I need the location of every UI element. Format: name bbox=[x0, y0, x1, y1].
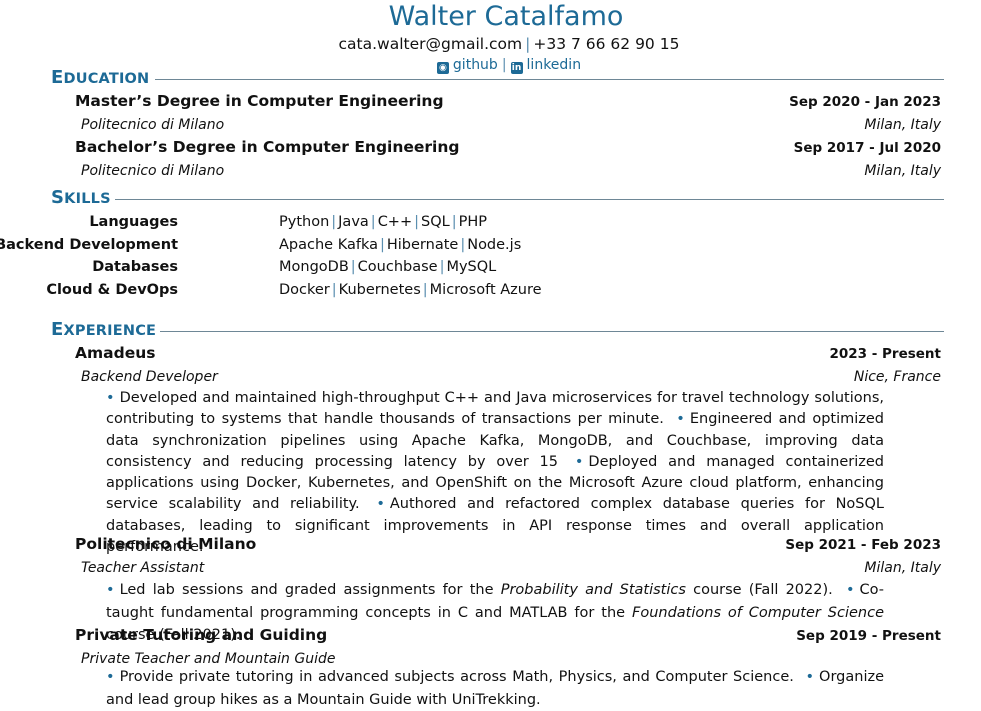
skill-separator: | bbox=[460, 237, 466, 253]
school-location: Milan, Italy bbox=[864, 117, 941, 133]
education-entry-1-sub: Politecnico di Milano Milan, Italy bbox=[81, 115, 941, 135]
skill-item: Python bbox=[279, 214, 330, 230]
school-name: Politecnico di Milano bbox=[81, 117, 225, 133]
skill-separator: | bbox=[350, 259, 356, 275]
bullet-glyph: • bbox=[106, 582, 115, 598]
job-dates: 2023 - Present bbox=[829, 346, 941, 362]
skill-separator: | bbox=[439, 259, 445, 275]
skill-item: Apache Kafka bbox=[279, 237, 378, 253]
job-location: Milan, Italy bbox=[864, 560, 941, 576]
degree-title: Bachelor’s Degree in Computer Engineerin… bbox=[75, 138, 460, 156]
skill-values: Python | Java | C++ | SQL | PHP bbox=[279, 211, 487, 233]
education-dates: Sep 2020 - Jan 2023 bbox=[789, 94, 941, 110]
skill-category: Cloud & DevOps bbox=[46, 282, 178, 298]
skill-values: Apache Kafka | Hibernate | Node.js bbox=[279, 234, 521, 256]
job-dates: Sep 2021 - Feb 2023 bbox=[785, 537, 941, 553]
skills-title: SKILLS bbox=[51, 188, 115, 209]
skill-category: Databases bbox=[92, 259, 178, 275]
skill-item: Node.js bbox=[467, 237, 522, 253]
experience-entry-3-header: Private Tutoring and Guiding Sep 2019 - … bbox=[75, 625, 941, 645]
skill-item: Docker bbox=[279, 282, 330, 298]
bullet-glyph: • bbox=[106, 669, 115, 685]
skill-item: SQL bbox=[421, 214, 450, 230]
education-entry-1-header: Master’s Degree in Computer Engineering … bbox=[75, 91, 941, 111]
company-name: Private Tutoring and Guiding bbox=[75, 626, 328, 644]
skill-item: PHP bbox=[458, 214, 488, 230]
skill-category: Backend Development bbox=[0, 237, 178, 253]
job-dates: Sep 2019 - Present bbox=[796, 628, 941, 644]
skill-category: Languages bbox=[89, 214, 178, 230]
skill-separator: | bbox=[451, 214, 457, 230]
experience-entry-3-description: • Provide private tutoring in advanced su… bbox=[106, 666, 884, 711]
job-role: Backend Developer bbox=[81, 369, 218, 385]
bullet-glyph: • bbox=[845, 582, 855, 598]
experience-section-heading: EXPERIENCE bbox=[51, 320, 944, 342]
skill-row-cloud-devops: Cloud & DevOps Docker | Kubernetes | Microso… bbox=[0, 279, 900, 301]
skill-row-backend: Backend Development Apache Kafka | Hiberna… bbox=[0, 234, 900, 256]
email-text: cata.walter@gmail.com bbox=[338, 35, 523, 53]
degree-title: Master’s Degree in Computer Engineering bbox=[75, 92, 444, 110]
skill-separator: | bbox=[331, 282, 337, 298]
experience-entry-1-header: Amadeus 2023 - Present bbox=[75, 343, 941, 363]
skills-section-heading: SKILLS bbox=[51, 188, 944, 210]
job-role: Teacher Assistant bbox=[81, 560, 205, 576]
experience-title: EXPERIENCE bbox=[51, 320, 161, 341]
school-name: Politecnico di Milano bbox=[81, 163, 225, 179]
experience-entry-2-header: Politecnico di Milano Sep 2021 - Feb 202… bbox=[75, 534, 941, 554]
bullet-glyph: • bbox=[376, 496, 385, 513]
contact-line: cata.walter@gmail.com | +33 7 66 62 90 15 bbox=[0, 34, 981, 54]
bullet-glyph: • bbox=[106, 390, 115, 406]
bullet-text: Provide private tutoring in advanced sub… bbox=[119, 669, 794, 685]
experience-entry-1-description: • Developed and maintained high-throughpu… bbox=[106, 388, 884, 558]
experience-rule bbox=[158, 331, 944, 332]
education-entry-2-sub: Politecnico di Milano Milan, Italy bbox=[81, 161, 941, 181]
experience-entry-2-sub: Teacher Assistant Milan, Italy bbox=[81, 558, 941, 578]
phone-text: +33 7 66 62 90 15 bbox=[533, 35, 680, 53]
skill-separator: | bbox=[370, 214, 376, 230]
education-entry-2-header: Bachelor’s Degree in Computer Engineerin… bbox=[75, 137, 941, 157]
skill-item: Microsoft Azure bbox=[429, 282, 542, 298]
experience-entry-1-sub: Backend Developer Nice, France bbox=[81, 367, 941, 387]
skills-rule bbox=[112, 199, 944, 200]
education-rule bbox=[155, 79, 944, 80]
skill-item: Kubernetes bbox=[338, 282, 421, 298]
bullet-glyph: • bbox=[574, 453, 584, 470]
skill-item: Couchbase bbox=[357, 259, 438, 275]
skill-item: MySQL bbox=[446, 259, 497, 275]
company-name: Amadeus bbox=[75, 344, 156, 362]
skill-values: MongoDB | Couchbase | MySQL bbox=[279, 256, 496, 278]
company-name: Politecnico di Milano bbox=[75, 535, 257, 553]
contact-separator: | bbox=[525, 35, 531, 53]
skill-separator: | bbox=[414, 214, 420, 230]
skill-item: Hibernate bbox=[386, 237, 459, 253]
skill-values: Docker | Kubernetes | Microsoft Azure bbox=[279, 279, 542, 301]
bullet-text: Led lab sessions and graded assignments … bbox=[119, 582, 833, 598]
skill-row-languages: Languages Python | Java | C++ | SQL | PHP bbox=[0, 211, 900, 233]
skill-item: Java bbox=[338, 214, 369, 230]
education-title: EDUCATION bbox=[51, 68, 154, 89]
school-location: Milan, Italy bbox=[864, 163, 941, 179]
candidate-name: Walter Catalfamo bbox=[388, 1, 624, 32]
skill-separator: | bbox=[331, 214, 337, 230]
bullet-glyph: • bbox=[676, 411, 685, 428]
skill-item: MongoDB bbox=[279, 259, 349, 275]
skill-item: C++ bbox=[377, 214, 413, 230]
skill-separator: | bbox=[379, 237, 385, 253]
education-dates: Sep 2017 - Jul 2020 bbox=[793, 140, 941, 156]
resume-page: Walter Catalfamo cata.walter@gmail.com | +… bbox=[0, 0, 981, 711]
job-location: Nice, France bbox=[853, 369, 941, 385]
skill-separator: | bbox=[422, 282, 428, 298]
skill-row-databases: Databases MongoDB | Couchbase | MySQL bbox=[0, 256, 900, 278]
education-section-heading: EDUCATION bbox=[51, 68, 944, 90]
bullet-glyph: • bbox=[805, 669, 815, 685]
